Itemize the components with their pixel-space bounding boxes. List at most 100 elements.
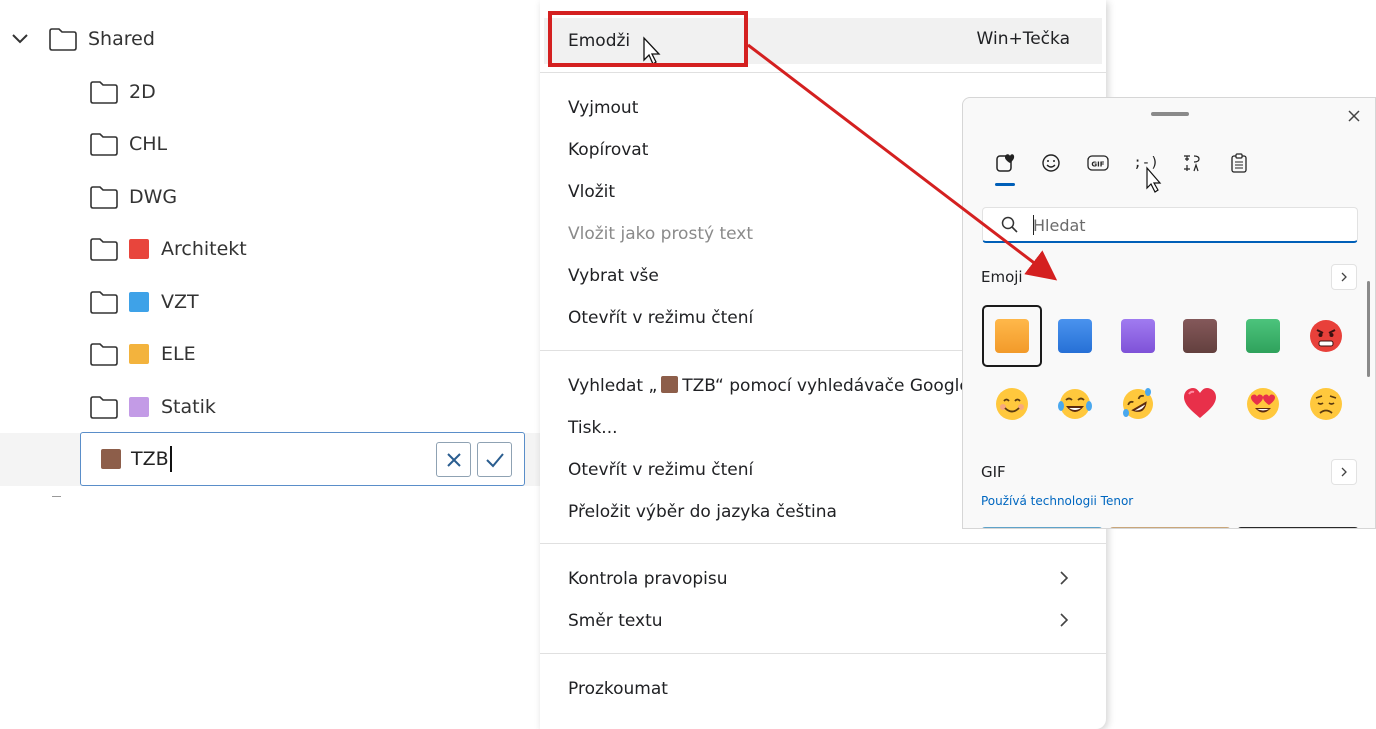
scrollbar[interactable] bbox=[1367, 281, 1370, 377]
expand-gif-button[interactable] bbox=[1331, 459, 1357, 485]
tree-folder-statik[interactable]: Statik bbox=[89, 390, 216, 424]
tree-folder-label: VZT bbox=[161, 291, 199, 313]
emoji-purple-square[interactable] bbox=[1108, 305, 1168, 367]
tree-root-shared[interactable]: Shared bbox=[10, 22, 155, 56]
search-prefix: Vyhledat „ bbox=[568, 376, 658, 396]
folder-icon bbox=[90, 133, 118, 156]
menu-separator bbox=[540, 543, 1106, 544]
chevron-right-icon bbox=[1060, 613, 1069, 627]
close-icon[interactable] bbox=[1345, 107, 1363, 125]
text-caret bbox=[169, 446, 172, 472]
emoji-rolling-laughing[interactable] bbox=[1108, 373, 1168, 435]
menu-item-cut[interactable]: Vyjmout bbox=[568, 96, 638, 120]
tree-folder-architekt[interactable]: Architekt bbox=[89, 232, 247, 266]
folder-icon bbox=[90, 291, 118, 314]
gif-thumbnail[interactable] bbox=[1237, 527, 1359, 528]
menu-item-reading-mode[interactable]: Otevřít v režimu čtení bbox=[568, 306, 753, 330]
drag-handle[interactable] bbox=[1151, 112, 1189, 116]
gif-icon: GIF bbox=[1087, 155, 1109, 171]
search-term: TZB bbox=[682, 376, 716, 396]
smiley-icon bbox=[1042, 154, 1060, 172]
confirm-button[interactable] bbox=[477, 442, 512, 477]
heart-eyes-face-icon bbox=[1247, 388, 1279, 420]
gif-icon-label: GIF bbox=[1091, 161, 1104, 169]
emoji-worried-face[interactable] bbox=[1296, 373, 1356, 435]
chevron-right-icon bbox=[1060, 571, 1069, 585]
menu-item-spellcheck[interactable]: Kontrola pravopisu bbox=[568, 567, 728, 591]
menu-item-paste[interactable]: Vložit bbox=[568, 180, 615, 204]
tab-symbols[interactable] bbox=[1180, 151, 1204, 175]
tree-folder-label: Statik bbox=[161, 396, 216, 418]
emoji-panel: GIF ;-) Emoji G bbox=[962, 97, 1376, 529]
tab-gif[interactable]: GIF bbox=[1086, 151, 1110, 175]
tree-root-label: Shared bbox=[88, 28, 155, 50]
tree-folder-vzt[interactable]: VZT bbox=[89, 285, 199, 319]
folder-name-input[interactable]: TZB bbox=[80, 432, 525, 486]
search-input[interactable] bbox=[1033, 214, 1333, 236]
emoji-red-heart[interactable] bbox=[1170, 373, 1230, 435]
chevron-down-icon[interactable] bbox=[10, 29, 30, 49]
menu-separator bbox=[540, 72, 1106, 73]
section-title-gif: GIF bbox=[981, 463, 1006, 481]
folder-icon bbox=[90, 81, 118, 104]
tab-emoji[interactable] bbox=[993, 151, 1017, 175]
folder-tree: Shared 2D CHL DWG Architekt VZT ELE Stat… bbox=[0, 0, 540, 729]
tab-clipboard[interactable] bbox=[1227, 151, 1251, 175]
search-icon bbox=[1001, 216, 1018, 233]
tree-folder-label: Architekt bbox=[161, 238, 247, 260]
emoji-brown-square[interactable] bbox=[1170, 305, 1230, 367]
menu-item-text-direction[interactable]: Směr textu bbox=[568, 609, 663, 633]
color-square-emoji bbox=[101, 449, 121, 469]
menu-item-copy[interactable]: Kopírovat bbox=[568, 138, 648, 162]
emoji-smiling-face[interactable] bbox=[982, 373, 1042, 435]
mouse-cursor-icon bbox=[1146, 166, 1162, 193]
tree-folder-2d[interactable]: 2D bbox=[89, 75, 156, 109]
emoji-blue-square[interactable] bbox=[1045, 305, 1105, 367]
emoji-green-square[interactable] bbox=[1233, 305, 1293, 367]
menu-item-print[interactable]: Tisk... bbox=[568, 416, 618, 440]
menu-item-search-google[interactable]: Vyhledat „ TZB“ pomocí vyhledávače Google bbox=[568, 374, 970, 398]
chevron-right-icon bbox=[1341, 467, 1347, 477]
color-square-emoji bbox=[661, 376, 679, 393]
worried-face-icon bbox=[1310, 388, 1342, 420]
tenor-attribution[interactable]: Používá technologii Tenor bbox=[981, 494, 1133, 508]
menu-item-reading-mode-2[interactable]: Otevřít v režimu čtení bbox=[568, 458, 753, 482]
folder-icon bbox=[90, 238, 118, 261]
red-heart-icon bbox=[1184, 388, 1216, 418]
gif-thumbnail[interactable] bbox=[981, 527, 1103, 528]
clipboard-icon bbox=[1231, 153, 1247, 173]
emoji-angry-face[interactable] bbox=[1296, 305, 1356, 367]
folder-icon bbox=[90, 343, 118, 366]
symbols-icon bbox=[1184, 155, 1200, 172]
tree-folder-chl[interactable]: CHL bbox=[89, 127, 167, 161]
tree-folder-label: 2D bbox=[129, 81, 156, 103]
section-title-emoji: Emoji bbox=[981, 268, 1023, 286]
gif-thumbnail[interactable] bbox=[1109, 527, 1231, 528]
cancel-button[interactable] bbox=[436, 442, 471, 477]
angry-face-icon bbox=[1310, 320, 1342, 352]
active-tab-indicator bbox=[995, 183, 1015, 186]
expand-emoji-button[interactable] bbox=[1331, 264, 1357, 290]
emoji-tears-of-joy[interactable] bbox=[1045, 373, 1105, 435]
chevron-right-icon bbox=[1341, 272, 1347, 282]
tree-folder-ele[interactable]: ELE bbox=[89, 337, 196, 371]
tree-folder-label: CHL bbox=[129, 133, 168, 155]
menu-item-select-all[interactable]: Vybrat vše bbox=[568, 264, 659, 288]
color-square-emoji bbox=[129, 344, 149, 364]
menu-item-translate[interactable]: Přeložit výběr do jazyka čeština bbox=[568, 500, 837, 524]
emoji-orange-square[interactable] bbox=[982, 305, 1042, 367]
folder-name-value[interactable]: TZB bbox=[131, 448, 169, 470]
folder-icon bbox=[90, 396, 118, 419]
emoji-search[interactable] bbox=[982, 207, 1358, 243]
search-suffix: “ pomocí vyhledávače Google bbox=[715, 376, 970, 396]
tab-smileys[interactable] bbox=[1039, 151, 1063, 175]
folder-icon bbox=[49, 28, 77, 51]
check-icon bbox=[485, 452, 504, 467]
menu-item-inspect[interactable]: Prozkoumat bbox=[568, 677, 668, 701]
tree-folder-label: DWG bbox=[129, 186, 178, 208]
tree-folder-dwg[interactable]: DWG bbox=[89, 180, 177, 214]
emoji-heart-eyes[interactable] bbox=[1233, 373, 1293, 435]
menu-separator bbox=[540, 653, 1106, 654]
folder-icon bbox=[90, 186, 118, 209]
heart-emoji-icon bbox=[996, 154, 1015, 172]
